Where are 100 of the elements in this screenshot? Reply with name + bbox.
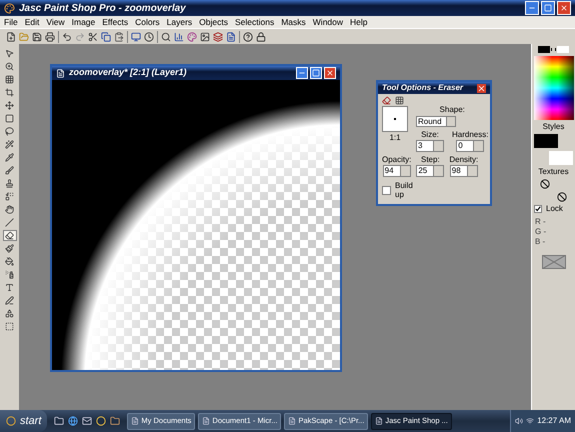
folder-icon[interactable]	[54, 416, 64, 426]
field-value: 0	[457, 142, 464, 150]
menu-item[interactable]: Masks	[281, 18, 306, 26]
layers-icon[interactable]	[213, 32, 223, 42]
printer-icon[interactable]	[45, 32, 55, 42]
monitor-icon[interactable]	[131, 32, 141, 42]
close-button[interactable]	[557, 1, 571, 15]
menu-item[interactable]: File	[4, 18, 18, 26]
close-icon[interactable]	[477, 84, 486, 92]
channel-readout: R -	[535, 218, 546, 226]
window-icon	[375, 417, 384, 425]
foreground-swatch[interactable]	[538, 46, 550, 53]
close-icon	[326, 69, 334, 77]
menu-item[interactable]: Help	[350, 18, 368, 26]
minimize-button[interactable]	[525, 1, 539, 15]
spin-field[interactable]: 25	[416, 165, 444, 177]
window-title: Jasc Paint Shop Pro - zoomoverlay	[19, 2, 187, 16]
background-style-swatch[interactable]	[549, 151, 573, 165]
menu-item[interactable]: Effects	[102, 18, 128, 26]
field-value: 25	[417, 167, 428, 175]
help-icon[interactable]	[243, 32, 253, 42]
tool-button[interactable]	[2, 256, 16, 267]
density-label: Density:	[449, 156, 478, 164]
globe-icon[interactable]	[68, 416, 78, 426]
tool-button[interactable]	[2, 243, 16, 254]
menu-item[interactable]: Edit	[24, 18, 40, 26]
eraser-icon[interactable]	[382, 96, 391, 105]
channel-readout: B -	[535, 238, 546, 246]
no-texture-icon[interactable]	[540, 179, 550, 189]
tool-button[interactable]	[2, 100, 16, 111]
document-icon[interactable]	[226, 32, 236, 42]
clock-icon[interactable]	[144, 32, 154, 42]
pointer-icon	[5, 49, 14, 58]
network-icon[interactable]	[526, 417, 534, 425]
menu-item[interactable]: Layers	[166, 18, 192, 26]
foreground-style-swatch[interactable]	[534, 134, 558, 148]
mail-icon[interactable]	[82, 416, 92, 426]
start-button[interactable]: start	[0, 410, 48, 432]
folder-icon[interactable]	[110, 416, 120, 426]
spin-field[interactable]: 94	[382, 165, 411, 177]
text-icon	[5, 283, 14, 292]
tool-button[interactable]	[2, 87, 16, 98]
grid-icon	[5, 75, 14, 84]
menu-item[interactable]: Objects	[199, 18, 228, 26]
histogram-icon[interactable]	[174, 32, 184, 42]
styles-label: Styles	[542, 123, 564, 131]
maximize-button[interactable]	[310, 67, 322, 79]
cut-icon[interactable]	[88, 32, 98, 42]
palette-icon[interactable]	[187, 32, 197, 42]
menu-item[interactable]: Window	[312, 18, 344, 26]
menu-item[interactable]: View	[46, 18, 65, 26]
wand-icon	[5, 140, 14, 149]
field-value: 3	[417, 142, 424, 150]
field-value: 94	[384, 167, 395, 175]
save-icon[interactable]	[32, 32, 42, 42]
textures-label: Textures	[538, 168, 569, 176]
paste-icon[interactable]	[114, 32, 124, 42]
tool-button[interactable]	[2, 204, 16, 215]
color-spectrum[interactable]	[534, 56, 574, 120]
tool-button[interactable]	[2, 126, 16, 137]
circle-icon[interactable]	[96, 416, 106, 426]
build-up-label: Build up	[395, 181, 414, 199]
menu-item[interactable]: Image	[72, 18, 96, 26]
step-label: Step:	[421, 156, 440, 164]
tool-button[interactable]	[2, 295, 16, 306]
menu-item[interactable]: Selections	[235, 18, 274, 26]
tool-button[interactable]	[2, 217, 16, 228]
pen-icon	[5, 296, 14, 305]
copy-icon[interactable]	[101, 32, 111, 42]
tool-button[interactable]	[2, 139, 16, 150]
close-button[interactable]	[324, 67, 336, 79]
no-texture-icon[interactable]	[557, 192, 567, 202]
lock-checkbox[interactable]	[534, 205, 542, 213]
speaker-icon[interactable]	[515, 417, 524, 425]
field-value: 98	[450, 167, 462, 175]
background-swatch[interactable]	[557, 46, 569, 53]
undo-icon[interactable]	[62, 32, 72, 42]
tool-button[interactable]	[2, 165, 16, 176]
checkbox[interactable]	[382, 186, 391, 194]
spin-field[interactable]: 3	[416, 140, 444, 152]
maximize-button[interactable]	[541, 1, 555, 15]
menu-item[interactable]: Colors	[135, 18, 160, 26]
document-icon	[56, 68, 65, 78]
new-file-icon[interactable]	[6, 32, 16, 42]
eraser-icon	[5, 231, 14, 240]
lock-icon[interactable]	[256, 32, 266, 42]
search-icon[interactable]	[161, 32, 171, 42]
image-window-title: zoomoverlay* [2:1] (Layer1)	[69, 66, 188, 80]
window-icon	[202, 417, 210, 425]
grid-icon[interactable]	[395, 96, 404, 105]
minimize-button[interactable]	[296, 67, 308, 79]
eraser-tool-button[interactable]	[2, 230, 16, 241]
shape-dropdown[interactable]: Round	[416, 116, 456, 127]
check-icon	[535, 206, 541, 212]
stamp-icon	[5, 179, 14, 188]
spin-field[interactable]: 98	[450, 165, 478, 177]
image-icon[interactable]	[200, 32, 210, 42]
spin-field[interactable]: 0	[456, 140, 484, 152]
move-icon	[5, 101, 14, 110]
channel-readout: G -	[535, 228, 546, 236]
